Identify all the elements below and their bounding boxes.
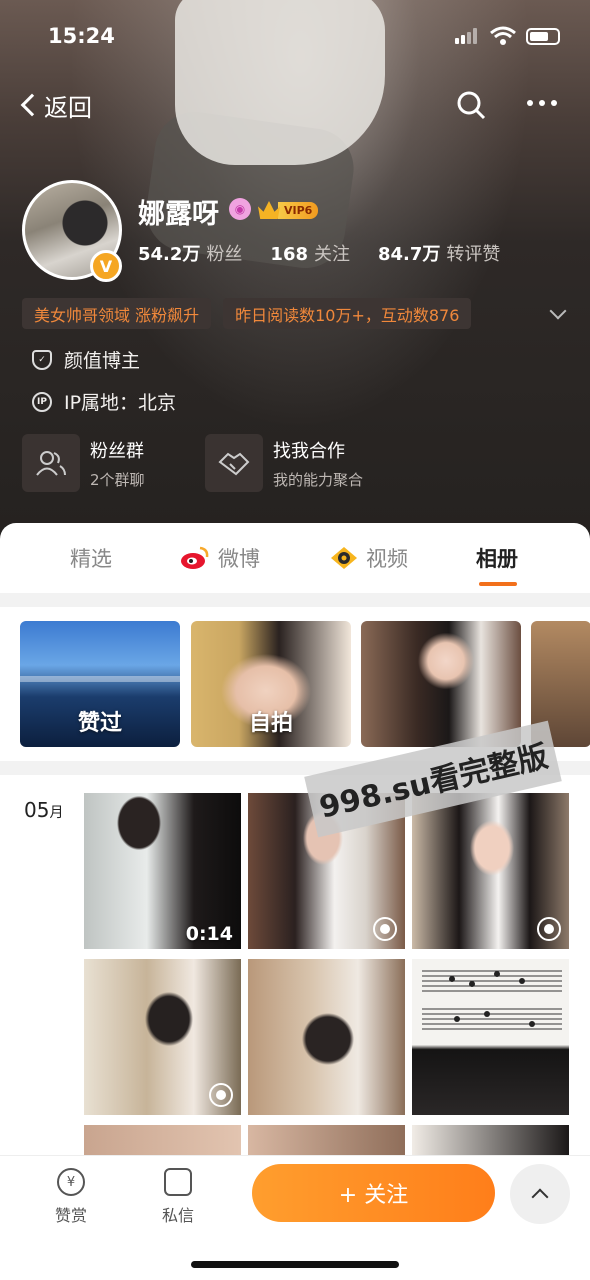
album-label: 自拍	[248, 711, 293, 736]
section-divider	[0, 593, 590, 607]
weibo-icon	[181, 546, 209, 569]
reward-button[interactable]: ¥ 赞赏	[41, 1168, 101, 1226]
message-button[interactable]: 私信	[148, 1168, 208, 1226]
album-label: 赞过	[77, 711, 122, 736]
more-icon[interactable]	[527, 100, 557, 106]
tab-bar: 精选 微博 视频 相册	[0, 523, 590, 593]
card-subtitle: 2个群聊	[90, 470, 145, 489]
ip-text: IP属地：北京	[64, 392, 177, 414]
stat-interactions[interactable]: 84.7万 转评赞	[378, 240, 500, 266]
album-liked[interactable]: 赞过	[20, 621, 180, 747]
back-label: 返回	[44, 93, 92, 122]
fan-badge-icon[interactable]: ◉	[229, 198, 251, 220]
group-icon	[22, 434, 80, 492]
signal-icon	[455, 28, 477, 44]
stat-following[interactable]: 168 关注	[270, 240, 350, 266]
profile-tags: 美女帅哥领域 涨粉飙升 昨日阅读数10万+，互动数876	[22, 298, 472, 329]
battery-icon	[526, 28, 560, 45]
album-photos[interactable]	[361, 621, 521, 747]
handshake-icon	[205, 434, 263, 492]
wifi-icon	[490, 26, 516, 45]
live-photo-icon	[537, 917, 561, 941]
follow-button[interactable]: + 关注	[252, 1164, 495, 1222]
live-photo-icon	[209, 1083, 233, 1107]
tag-reads[interactable]: 昨日阅读数10万+，互动数876	[223, 298, 472, 329]
scroll-to-top-button[interactable]	[510, 1164, 570, 1224]
stat-label: 粉丝	[206, 244, 243, 265]
status-bar: 15:24	[0, 22, 590, 56]
photo-sheet-music[interactable]	[412, 959, 569, 1115]
fan-group-card[interactable]: 粉丝群 2个群聊	[22, 434, 145, 492]
back-button[interactable]: 返回	[16, 88, 92, 122]
tab-video[interactable]: 视频	[330, 543, 408, 573]
reward-label: 赞赏	[54, 1206, 87, 1225]
active-tab-indicator	[479, 582, 517, 586]
card-subtitle: 我的能力聚合	[273, 470, 364, 489]
stat-value: 168	[270, 244, 308, 265]
stat-value: 54.2万	[138, 244, 201, 265]
photo-4[interactable]	[248, 959, 405, 1115]
tab-label: 视频	[366, 547, 408, 571]
vip-badge[interactable]: VIP6	[258, 200, 319, 220]
tab-featured[interactable]: 精选	[70, 543, 112, 573]
vip-level: VIP6	[278, 201, 319, 219]
tab-weibo[interactable]: 微博	[180, 543, 260, 573]
bottom-action-bar: ¥ 赞赏 私信 + 关注	[0, 1155, 590, 1280]
ip-row: IP IP属地：北京	[32, 388, 176, 415]
video-duration: 0:14	[185, 923, 233, 945]
reward-heart-icon: ¥	[57, 1168, 85, 1196]
tab-label: 微博	[218, 547, 260, 571]
shield-icon: ✓	[32, 349, 52, 370]
home-indicator	[191, 1261, 399, 1268]
message-label: 私信	[161, 1206, 194, 1225]
tab-label: 相册	[476, 547, 518, 571]
photo-live-2[interactable]	[412, 793, 569, 949]
role-text: 颜值博主	[64, 350, 141, 372]
verified-badge-icon: V	[90, 250, 122, 282]
sheet-music-icon	[422, 970, 562, 1030]
status-time: 15:24	[48, 24, 115, 48]
role-row: ✓ 颜值博主	[32, 346, 140, 373]
month-label: 05月	[24, 798, 63, 822]
crown-icon	[258, 201, 280, 219]
profile-stats: 54.2万 粉丝 168 关注 84.7万 转评赞	[138, 240, 528, 266]
chat-icon	[164, 1168, 192, 1196]
month-number: 05	[24, 798, 50, 822]
photo-live-3[interactable]	[84, 959, 241, 1115]
video-icon	[331, 547, 357, 569]
live-photo-icon	[373, 917, 397, 941]
ip-icon: IP	[32, 391, 52, 412]
stat-followers[interactable]: 54.2万 粉丝	[138, 240, 242, 266]
stat-label: 转评赞	[446, 244, 501, 265]
photo-video-piano[interactable]: 0:14	[84, 793, 241, 949]
profile-name: 娜露呀	[138, 199, 219, 230]
chevron-left-icon	[20, 93, 44, 117]
cooperation-card[interactable]: 找我合作 我的能力聚合	[205, 434, 363, 492]
search-icon[interactable]	[456, 90, 486, 120]
card-title: 粉丝群	[90, 440, 144, 462]
card-title: 找我合作	[273, 440, 345, 462]
stat-label: 关注	[314, 244, 350, 265]
album-selfie[interactable]: 自拍	[191, 621, 351, 747]
month-unit: 月	[49, 805, 64, 821]
tag-growth[interactable]: 美女帅哥领域 涨粉飙升	[22, 298, 212, 329]
stat-value: 84.7万	[378, 244, 441, 265]
tab-label: 精选	[70, 547, 112, 571]
tab-album[interactable]: 相册	[476, 543, 518, 573]
